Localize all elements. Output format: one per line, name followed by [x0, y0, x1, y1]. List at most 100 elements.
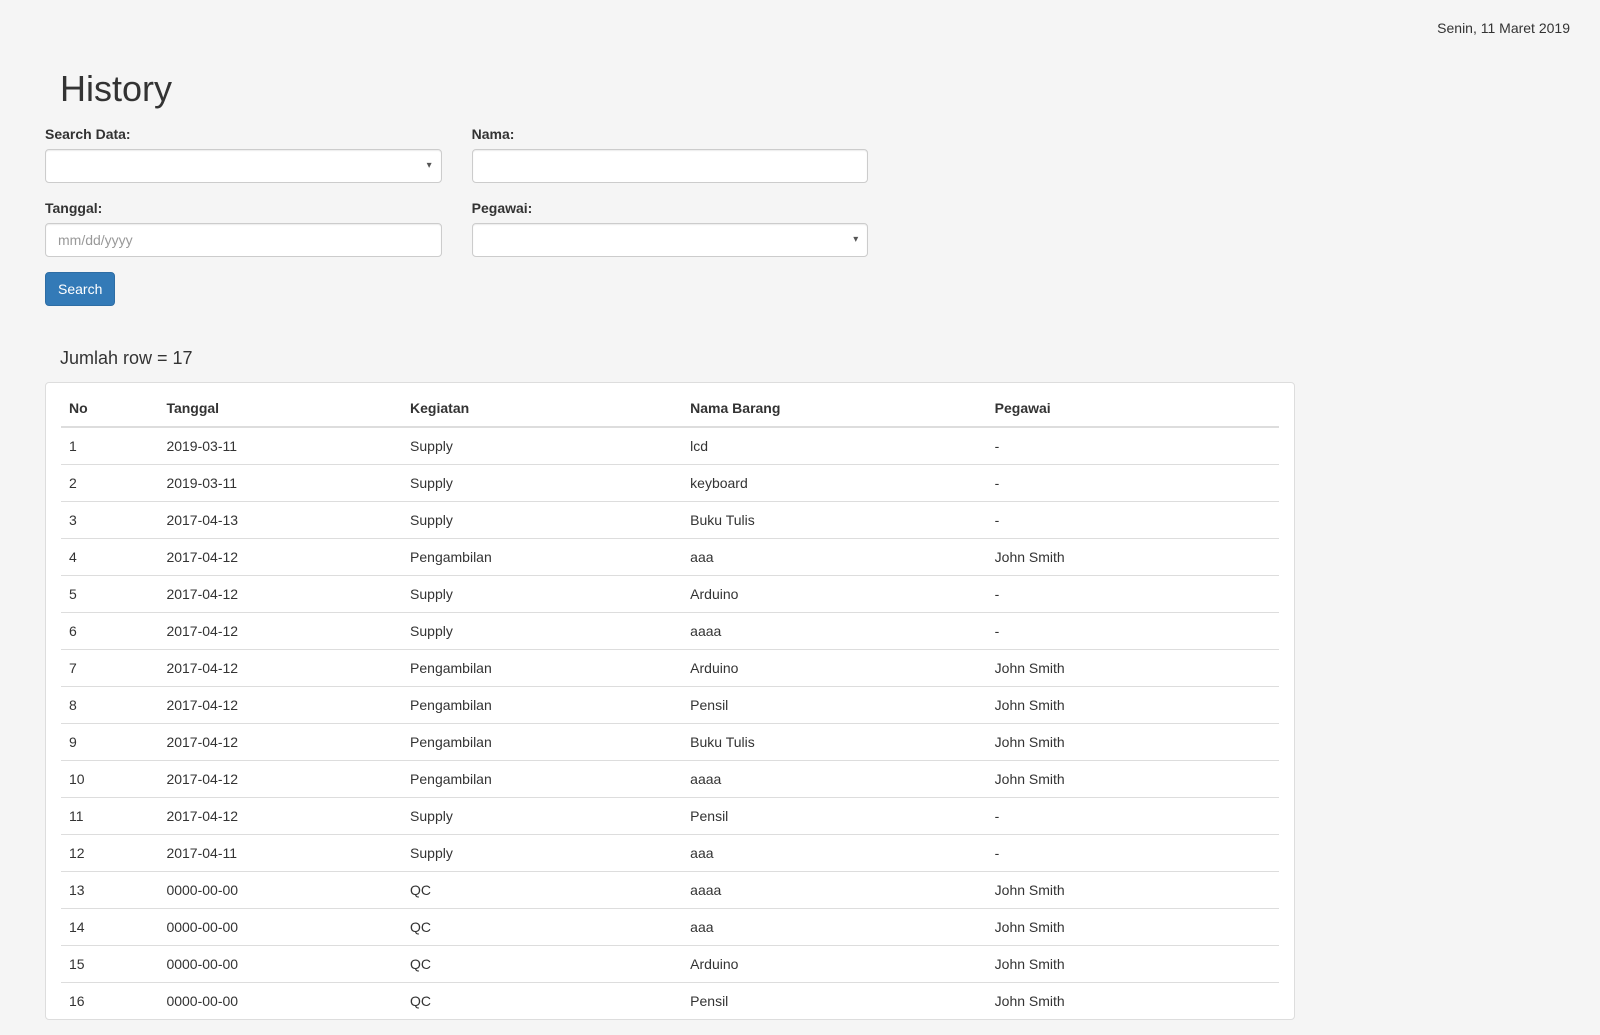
- table-cell-no: 3: [61, 502, 158, 539]
- table-cell-tanggal: 2017-04-12: [158, 650, 402, 687]
- search-data-label: Search Data:: [45, 124, 131, 144]
- table-cell-kegiatan: Supply: [402, 427, 682, 465]
- table-cell-tanggal: 2017-04-12: [158, 724, 402, 761]
- table-cell-kegiatan: QC: [402, 909, 682, 946]
- table-row: 92017-04-12PengambilanBuku TulisJohn Smi…: [61, 724, 1279, 761]
- table-cell-no: 15: [61, 946, 158, 983]
- row-count: Jumlah row = 17: [45, 346, 1295, 372]
- table-cell-pegawai: John Smith: [987, 724, 1279, 761]
- table-cell-pegawai: John Smith: [987, 946, 1279, 983]
- table-cell-kegiatan: QC: [402, 946, 682, 983]
- pegawai-select[interactable]: [472, 223, 869, 257]
- tanggal-input[interactable]: [45, 223, 442, 257]
- table-cell-tanggal: 0000-00-00: [158, 872, 402, 909]
- table-row: 62017-04-12Supplyaaaa-: [61, 613, 1279, 650]
- page-title: History: [45, 63, 1295, 114]
- table-cell-pegawai: John Smith: [987, 909, 1279, 946]
- table-cell-pegawai: John Smith: [987, 539, 1279, 576]
- table-cell-kegiatan: Pengambilan: [402, 724, 682, 761]
- table-header-no: No: [61, 383, 158, 427]
- table-cell-tanggal: 2017-04-12: [158, 798, 402, 835]
- table-cell-namabarang: aaaa: [682, 613, 987, 650]
- table-row: 150000-00-00QCArduinoJohn Smith: [61, 946, 1279, 983]
- table-header-namabarang: Nama Barang: [682, 383, 987, 427]
- table-cell-tanggal: 2017-04-12: [158, 687, 402, 724]
- table-cell-no: 14: [61, 909, 158, 946]
- table-cell-no: 6: [61, 613, 158, 650]
- table-cell-namabarang: Buku Tulis: [682, 502, 987, 539]
- table-cell-namabarang: lcd: [682, 427, 987, 465]
- table-cell-namabarang: aaa: [682, 835, 987, 872]
- table-cell-pegawai: -: [987, 502, 1279, 539]
- table-header-kegiatan: Kegiatan: [402, 383, 682, 427]
- table-row: 112017-04-12SupplyPensil-: [61, 798, 1279, 835]
- table-cell-namabarang: Pensil: [682, 798, 987, 835]
- table-cell-pegawai: -: [987, 613, 1279, 650]
- table-cell-kegiatan: Supply: [402, 576, 682, 613]
- table-cell-no: 16: [61, 983, 158, 1020]
- table-cell-no: 12: [61, 835, 158, 872]
- table-cell-tanggal: 2017-04-12: [158, 539, 402, 576]
- table-cell-namabarang: aaa: [682, 539, 987, 576]
- table-cell-no: 8: [61, 687, 158, 724]
- table-cell-kegiatan: Pengambilan: [402, 761, 682, 798]
- table-row: 42017-04-12PengambilanaaaJohn Smith: [61, 539, 1279, 576]
- table-row: 72017-04-12PengambilanArduinoJohn Smith: [61, 650, 1279, 687]
- table-row: 122017-04-11Supplyaaa-: [61, 835, 1279, 872]
- table-cell-no: 13: [61, 872, 158, 909]
- table-cell-pegawai: John Smith: [987, 650, 1279, 687]
- table-cell-kegiatan: Pengambilan: [402, 539, 682, 576]
- table-cell-kegiatan: Supply: [402, 798, 682, 835]
- table-cell-kegiatan: Pengambilan: [402, 687, 682, 724]
- table-cell-no: 2: [61, 465, 158, 502]
- table-cell-pegawai: -: [987, 427, 1279, 465]
- table-cell-tanggal: 2019-03-11: [158, 465, 402, 502]
- table-cell-tanggal: 2017-04-12: [158, 613, 402, 650]
- table-row: 102017-04-12PengambilanaaaaJohn Smith: [61, 761, 1279, 798]
- table-cell-kegiatan: Pengambilan: [402, 650, 682, 687]
- table-cell-kegiatan: Supply: [402, 613, 682, 650]
- table-cell-kegiatan: Supply: [402, 835, 682, 872]
- search-button[interactable]: Search: [45, 272, 115, 306]
- table-cell-no: 11: [61, 798, 158, 835]
- table-cell-pegawai: John Smith: [987, 761, 1279, 798]
- table-cell-namabarang: Pensil: [682, 983, 987, 1020]
- table-cell-tanggal: 2017-04-12: [158, 761, 402, 798]
- table-row: 12019-03-11Supplylcd-: [61, 427, 1279, 465]
- table-cell-tanggal: 0000-00-00: [158, 983, 402, 1020]
- table-cell-pegawai: John Smith: [987, 983, 1279, 1020]
- table-cell-tanggal: 2019-03-11: [158, 427, 402, 465]
- table-cell-pegawai: John Smith: [987, 872, 1279, 909]
- table-cell-pegawai: -: [987, 465, 1279, 502]
- table-cell-kegiatan: Supply: [402, 465, 682, 502]
- table-cell-tanggal: 2017-04-11: [158, 835, 402, 872]
- table-cell-kegiatan: QC: [402, 872, 682, 909]
- table-row: 22019-03-11Supplykeyboard-: [61, 465, 1279, 502]
- search-data-select[interactable]: [45, 149, 442, 183]
- table-cell-no: 4: [61, 539, 158, 576]
- table-row: 52017-04-12SupplyArduino-: [61, 576, 1279, 613]
- table-cell-tanggal: 2017-04-13: [158, 502, 402, 539]
- table-cell-no: 7: [61, 650, 158, 687]
- table-cell-pegawai: -: [987, 576, 1279, 613]
- history-table: No Tanggal Kegiatan Nama Barang Pegawai …: [61, 383, 1279, 1019]
- table-cell-kegiatan: Supply: [402, 502, 682, 539]
- table-cell-namabarang: Buku Tulis: [682, 724, 987, 761]
- table-cell-namabarang: aaaa: [682, 761, 987, 798]
- table-cell-no: 10: [61, 761, 158, 798]
- table-cell-namabarang: Pensil: [682, 687, 987, 724]
- table-cell-no: 1: [61, 427, 158, 465]
- table-cell-tanggal: 0000-00-00: [158, 909, 402, 946]
- table-row: 130000-00-00QCaaaaJohn Smith: [61, 872, 1279, 909]
- table-cell-pegawai: -: [987, 798, 1279, 835]
- table-cell-namabarang: Arduino: [682, 650, 987, 687]
- nama-label: Nama:: [472, 124, 515, 144]
- table-cell-namabarang: Arduino: [682, 946, 987, 983]
- table-cell-no: 9: [61, 724, 158, 761]
- table-row: 82017-04-12PengambilanPensilJohn Smith: [61, 687, 1279, 724]
- table-cell-kegiatan: QC: [402, 983, 682, 1020]
- table-cell-tanggal: 2017-04-12: [158, 576, 402, 613]
- nama-input[interactable]: [472, 149, 869, 183]
- table-cell-tanggal: 0000-00-00: [158, 946, 402, 983]
- table-cell-namabarang: aaaa: [682, 872, 987, 909]
